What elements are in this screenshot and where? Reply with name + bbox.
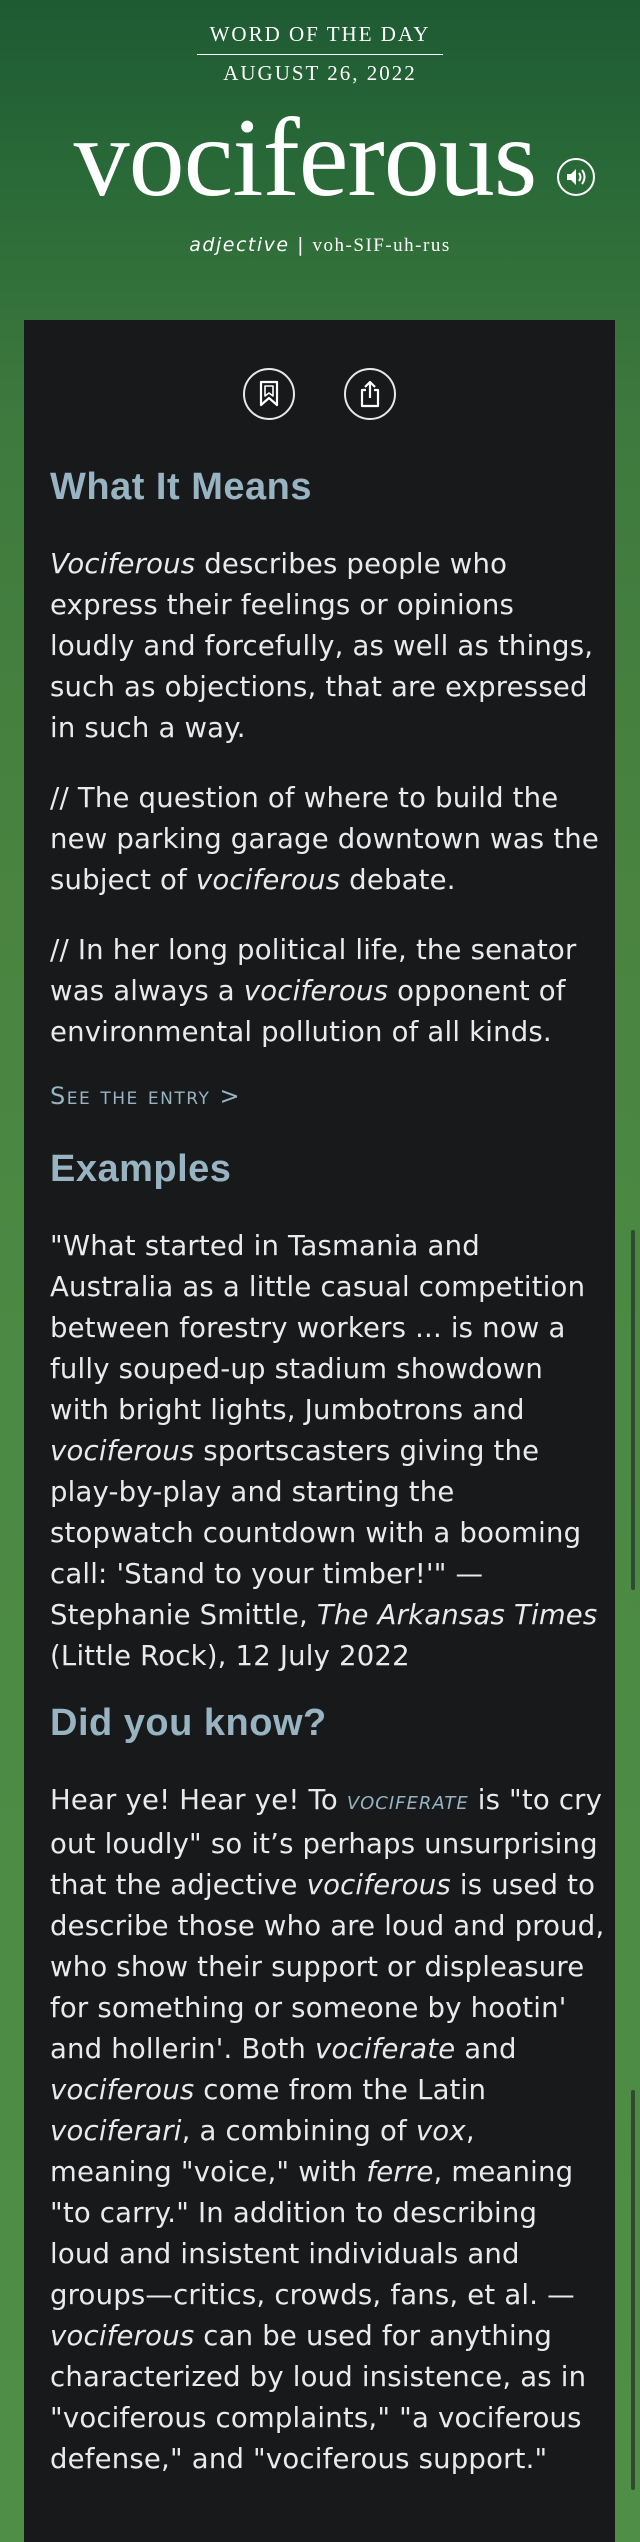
scrollbar-thumb[interactable] <box>631 1230 635 1590</box>
bookmark-icon[interactable] <box>243 368 295 420</box>
dyk-text-6: , a combining of <box>181 2115 416 2147</box>
part-of-speech: adjective <box>189 234 290 256</box>
headword: vociferous <box>73 96 538 220</box>
dyk-word-4: vociferari <box>50 2115 182 2147</box>
part-of-speech-line: adjective | voh-SIF-uh-rus <box>0 234 640 257</box>
scrollbar-thumb-lower[interactable] <box>631 2090 635 2490</box>
header-title: WORD OF THE DAY <box>209 22 431 46</box>
dyk-text-5: come from the Latin <box>194 2074 487 2106</box>
dyk-word-7: vociferous <box>50 2320 195 2352</box>
dyk-word-6: ferre <box>366 2156 434 2188</box>
example-sentence-1: // The question of where to build the ne… <box>50 778 605 901</box>
action-toolbar <box>24 368 615 424</box>
vociferate-link-text: vociferate <box>346 1793 469 1814</box>
word-of-the-day-header: WORD OF THE DAY AUGUST 26, 2022 vocifero… <box>0 0 640 300</box>
examples-source: The Arkansas Times <box>316 1599 598 1631</box>
what-it-means-heading: What It Means <box>50 466 312 508</box>
definition-word: Vociferous <box>50 548 196 580</box>
dyk-text-4: and <box>455 2033 517 2065</box>
pos-separator: | <box>297 234 305 256</box>
definition-paragraph: Vociferous describes people who express … <box>50 544 605 749</box>
examples-heading: Examples <box>50 1148 232 1190</box>
pronunciation: voh-SIF-uh-rus <box>312 235 451 256</box>
example-1-word: vociferous <box>195 864 341 896</box>
dyk-word-2: vociferate <box>315 2033 456 2065</box>
header-date: AUGUST 26, 2022 <box>223 61 417 85</box>
vociferate-link[interactable]: vociferate <box>347 1793 469 1814</box>
examples-text-3: (Little Rock), 12 July 2022 <box>50 1640 410 1672</box>
examples-text-1: "What started in Tasmania and Australia … <box>50 1230 586 1426</box>
did-you-know-heading: Did you know? <box>50 1702 327 1744</box>
did-you-know-paragraph: Hear ye! Hear ye! To vociferate is "to c… <box>50 1780 605 2480</box>
example-sentence-2: // In her long political life, the senat… <box>50 930 605 1053</box>
dyk-text-1: Hear ye! Hear ye! To <box>50 1784 347 1816</box>
dyk-word-5: vox <box>415 2115 466 2147</box>
dyk-word-1: vociferous <box>306 1869 451 1901</box>
example-2-word: vociferous <box>243 975 389 1007</box>
share-icon[interactable] <box>344 368 396 420</box>
dyk-word-3: vociferous <box>50 2074 195 2106</box>
header-divider <box>197 54 443 55</box>
example-1-after: debate. <box>340 864 456 896</box>
speaker-icon[interactable] <box>557 158 595 196</box>
content-card: What It Means Vociferous describes peopl… <box>24 320 615 2542</box>
examples-word: vociferous <box>50 1435 195 1467</box>
see-the-entry-link[interactable]: See the entry > <box>50 1082 241 1110</box>
examples-paragraph: "What started in Tasmania and Australia … <box>50 1226 605 1677</box>
